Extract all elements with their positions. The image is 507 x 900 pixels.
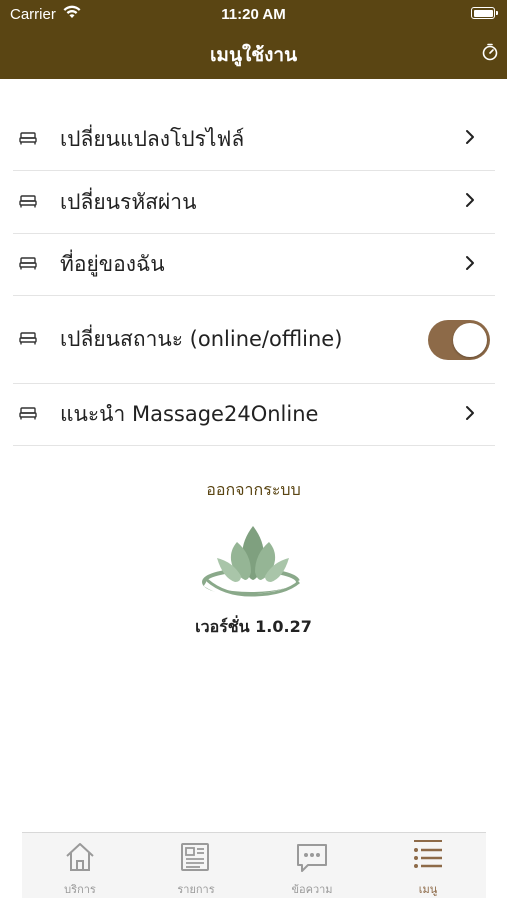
bed-icon (19, 330, 37, 349)
timer-icon[interactable] (481, 43, 499, 65)
lotus-logo (197, 522, 309, 608)
tab-label: เมนู (418, 883, 438, 896)
list-menu-icon (414, 840, 442, 868)
menu-item-label: เปลี่ยนสถานะ (online/offline) (60, 327, 343, 351)
tab-services[interactable]: บริการ (22, 833, 138, 899)
bed-icon (19, 405, 37, 424)
home-icon (66, 843, 94, 871)
bed-icon (19, 255, 37, 274)
menu-item-label: เปลี่ยนรหัสผ่าน (60, 189, 197, 214)
clock: 11:20 AM (221, 6, 286, 23)
chevron-right-icon (465, 405, 475, 425)
version-label: เวอร์ชั่น 1.0.27 (195, 617, 312, 636)
tab-bar: บริการ รายการ ข้อความ เมนู (22, 832, 486, 898)
toggle-knob (453, 322, 487, 357)
tab-label: รายการ (177, 883, 215, 896)
online-status-toggle[interactable] (428, 319, 490, 360)
menu-item-edit-profile[interactable]: เปลี่ยนแปลงโปรไฟล์ (13, 108, 495, 171)
tab-label: บริการ (64, 883, 96, 896)
tab-menu[interactable]: เมนู (370, 833, 486, 899)
chevron-right-icon (465, 129, 475, 149)
battery-icon (471, 7, 498, 19)
bed-icon (19, 130, 37, 149)
menu-item-label: แนะนำ Massage24Online (60, 402, 319, 426)
chevron-right-icon (465, 255, 475, 275)
tab-label: ข้อความ (291, 883, 333, 896)
menu-item-label: ที่อยู่ของฉัน (60, 252, 165, 276)
chevron-right-icon (465, 192, 475, 212)
settings-menu-list: เปลี่ยนแปลงโปรไฟล์ เปลี่ยนรหัสผ่าน ที่อย… (13, 108, 495, 446)
menu-item-change-password[interactable]: เปลี่ยนรหัสผ่าน (13, 171, 495, 234)
menu-item-status: เปลี่ยนสถานะ (online/offline) (13, 296, 495, 384)
bed-icon (19, 193, 37, 212)
menu-item-label: เปลี่ยนแปลงโปรไฟล์ (60, 126, 245, 151)
tab-list[interactable]: รายการ (138, 833, 254, 899)
menu-item-my-address[interactable]: ที่อยู่ของฉัน (13, 234, 495, 296)
tab-messages[interactable]: ข้อความ (254, 833, 370, 899)
menu-item-recommend[interactable]: แนะนำ Massage24Online (13, 384, 495, 446)
chat-bubble-icon (297, 844, 327, 872)
page-title: เมนูใช้งาน (209, 44, 298, 66)
logout-button[interactable]: ออกจากระบบ (0, 478, 507, 503)
top-bar: Carrier 11:20 AM เมนูใช้งาน (0, 0, 507, 79)
status-bar: Carrier 11:20 AM (0, 0, 507, 28)
newspaper-icon (181, 843, 209, 871)
